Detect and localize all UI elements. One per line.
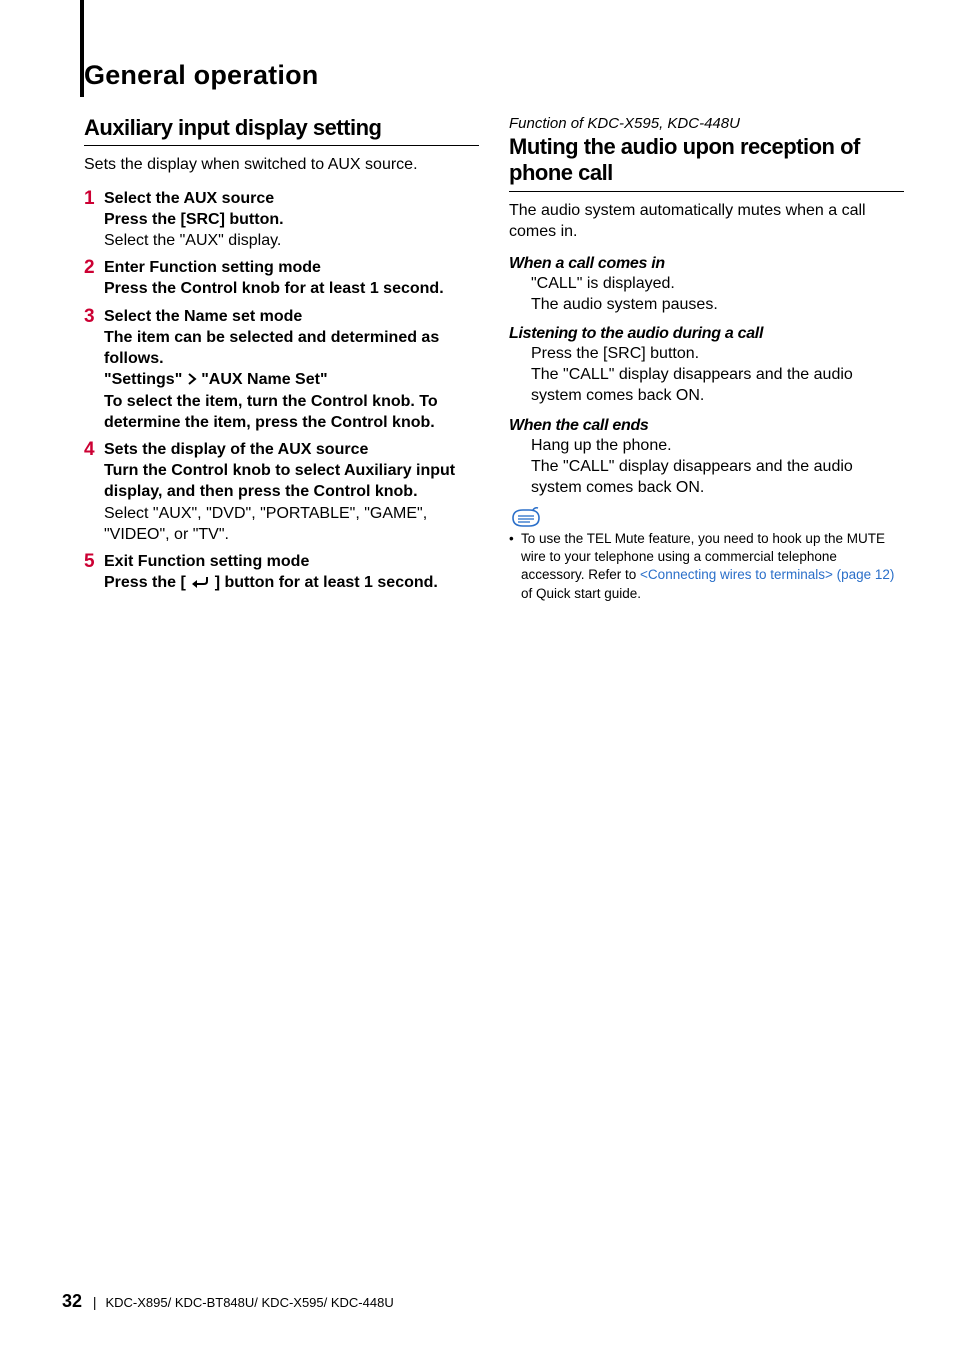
step-number: 5 <box>84 551 104 595</box>
indent-text: "CALL" is displayed. <box>531 273 904 294</box>
footer: 32 | KDC-X895/ KDC-BT848U/ KDC-X595/ KDC… <box>62 1291 394 1312</box>
return-icon <box>190 574 210 595</box>
indent-text: The "CALL" display disappears and the au… <box>531 456 904 498</box>
step-bold: Turn the Control knob to select Auxiliar… <box>104 460 479 502</box>
page-number: 32 <box>62 1291 82 1311</box>
step-title: Select the Name set mode <box>104 306 479 327</box>
step-5: 5 Exit Function setting mode Press the [… <box>84 551 479 595</box>
path-segment: "AUX Name Set" <box>201 371 327 388</box>
step-body: Sets the display of the AUX source Turn … <box>104 439 479 545</box>
page: General operation Auxiliary input displa… <box>0 0 954 1354</box>
indent-bold: Hang up the phone. <box>531 435 904 456</box>
step-bold: The item can be selected and determined … <box>104 327 479 369</box>
step-title: Exit Function setting mode <box>104 551 479 572</box>
mute-lead: The audio system automatically mutes whe… <box>509 200 904 243</box>
indent-bold: Press the [SRC] button. <box>531 343 904 364</box>
path-segment: "Settings" <box>104 371 182 388</box>
section-rule <box>80 0 84 97</box>
sub-heading-listening: Listening to the audio during a call <box>509 325 904 343</box>
step-plain: Select "AUX", "DVD", "PORTABLE", "GAME",… <box>104 503 479 545</box>
step-bold: Press the Control knob for at least 1 se… <box>104 278 479 299</box>
step-body: Enter Function setting mode Press the Co… <box>104 257 479 299</box>
step-number: 4 <box>84 439 104 545</box>
right-column: Function of KDC-X595, KDC-448U Muting th… <box>509 115 904 603</box>
note-text: of Quick start guide. <box>521 586 641 601</box>
sub-heading-call-ends: When the call ends <box>509 417 904 435</box>
aux-lead: Sets the display when switched to AUX so… <box>84 154 479 176</box>
step-body: Select the AUX source Press the [SRC] bu… <box>104 188 479 251</box>
note-list: To use the TEL Mute feature, you need to… <box>509 530 904 603</box>
section-title: General operation <box>84 60 909 91</box>
step-body: Select the Name set mode The item can be… <box>104 306 479 434</box>
step-4: 4 Sets the display of the AUX source Tur… <box>84 439 479 545</box>
step-number: 1 <box>84 188 104 251</box>
indent-text: The audio system pauses. <box>531 294 904 315</box>
footer-models: KDC-X895/ KDC-BT848U/ KDC-X595/ KDC-448U <box>105 1295 393 1310</box>
indent-text: The "CALL" display disappears and the au… <box>531 364 904 406</box>
footer-separator: | <box>93 1294 97 1310</box>
note-icon <box>509 506 904 528</box>
step-bold: Press the [ ] button for at least 1 seco… <box>104 572 479 595</box>
chevron-right-icon <box>187 370 197 391</box>
step-2: 2 Enter Function setting mode Press the … <box>84 257 479 299</box>
left-column: Auxiliary input display setting Sets the… <box>84 115 479 603</box>
text-fragment: ] button for at least 1 second. <box>215 574 438 591</box>
columns: Auxiliary input display setting Sets the… <box>84 115 909 603</box>
step-title: Enter Function setting mode <box>104 257 479 278</box>
step-title: Sets the display of the AUX source <box>104 439 479 460</box>
step-number: 3 <box>84 306 104 434</box>
sub-heading-call-in: When a call comes in <box>509 255 904 273</box>
step-plain: Select the "AUX" display. <box>104 230 479 251</box>
mute-heading: Muting the audio upon reception of phone… <box>509 134 904 192</box>
step-body: Exit Function setting mode Press the [ ]… <box>104 551 479 595</box>
note-item: To use the TEL Mute feature, you need to… <box>509 530 904 603</box>
step-title: Select the AUX source <box>104 188 479 209</box>
step-number: 2 <box>84 257 104 299</box>
step-bold: To select the item, turn the Control kno… <box>104 391 479 433</box>
note-link[interactable]: <Connecting wires to terminals> (page 12… <box>640 567 894 582</box>
step-settings-path: "Settings" "AUX Name Set" <box>104 369 479 391</box>
step-bold: Press the [SRC] button. <box>104 209 479 230</box>
aux-heading: Auxiliary input display setting <box>84 115 479 146</box>
text-fragment: Press the [ <box>104 574 190 591</box>
function-of: Function of KDC-X595, KDC-448U <box>509 115 904 132</box>
step-3: 3 Select the Name set mode The item can … <box>84 306 479 434</box>
step-1: 1 Select the AUX source Press the [SRC] … <box>84 188 479 251</box>
